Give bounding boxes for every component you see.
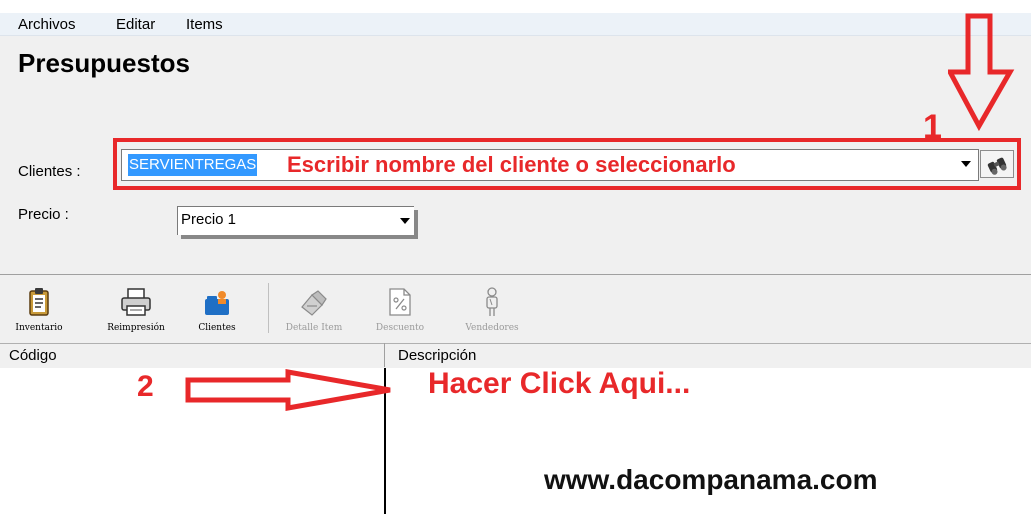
toolbar-vendedores-label: Vendedores bbox=[465, 323, 519, 333]
toolbar-inventario-label: Inventario bbox=[15, 323, 63, 333]
toolbar-vendedores-button[interactable]: Vendedores bbox=[452, 275, 532, 343]
discount-icon bbox=[388, 287, 412, 322]
price-label: Precio : bbox=[18, 206, 69, 223]
toolbar-inventario-button[interactable]: Inventario bbox=[8, 275, 70, 343]
price-dropdown-button[interactable] bbox=[396, 207, 414, 235]
toolbar-clientes-label: Clientes bbox=[198, 323, 236, 333]
clipboard-icon bbox=[28, 287, 50, 322]
chevron-down-icon bbox=[400, 218, 410, 224]
edit-item-icon bbox=[298, 287, 330, 322]
printer-icon bbox=[120, 287, 152, 322]
column-divider[interactable] bbox=[384, 343, 385, 367]
toolbar-descuento-label: Descuento bbox=[375, 323, 425, 333]
website-watermark: www.dacompanama.com bbox=[544, 464, 878, 495]
price-combobox[interactable]: Precio 1 bbox=[177, 206, 414, 235]
menu-archivos[interactable]: Archivos bbox=[18, 16, 76, 33]
annotation-arrow-right bbox=[184, 368, 396, 417]
annotation-step2-number: 2 bbox=[137, 370, 154, 403]
window-top-strip bbox=[0, 0, 1031, 10]
grid-header: Código Descripción bbox=[0, 343, 1031, 369]
toolbar-clientes-button[interactable]: Clientes bbox=[186, 275, 248, 343]
toolbar-detalle-item-button[interactable]: Detalle Item bbox=[282, 275, 346, 343]
clients-label: Clientes : bbox=[18, 163, 81, 180]
toolbar-divider bbox=[268, 283, 269, 333]
annotation-highlight-box bbox=[113, 138, 1021, 190]
toolbar-descuento-button[interactable]: Descuento bbox=[370, 275, 430, 343]
price-value: Precio 1 bbox=[181, 211, 237, 228]
column-header-codigo[interactable]: Código bbox=[9, 347, 57, 364]
menu-items[interactable]: Items bbox=[186, 16, 223, 33]
menu-bar: Archivos Editar Items bbox=[0, 13, 1031, 36]
toolbar-reimpresion-button[interactable]: Reimpresión bbox=[95, 275, 177, 343]
annotation-arrow-down bbox=[945, 12, 1024, 137]
toolbar: Inventario Reimpresión Clientes Detalle … bbox=[0, 274, 1031, 343]
annotation-step2-text: Hacer Click Aqui... bbox=[428, 367, 691, 400]
menu-editar[interactable]: Editar bbox=[116, 16, 155, 33]
column-header-descripcion[interactable]: Descripción bbox=[398, 347, 476, 364]
toolbar-reimpresion-label: Reimpresión bbox=[107, 323, 165, 333]
clients-icon bbox=[202, 287, 232, 322]
annotation-step1-number: 1 bbox=[923, 108, 942, 146]
page-title: Presupuestos bbox=[18, 48, 190, 78]
toolbar-detalle-item-label: Detalle Item bbox=[285, 323, 343, 333]
sellers-icon bbox=[482, 287, 502, 322]
